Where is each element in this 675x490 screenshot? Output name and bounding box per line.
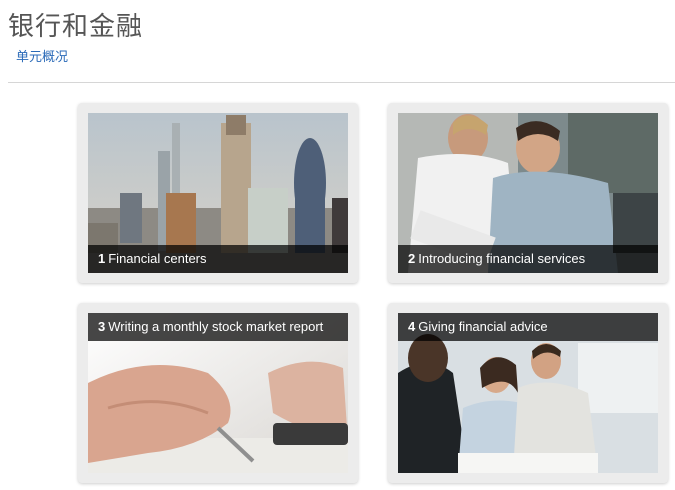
unit-overview-link[interactable]: 单元概况 <box>16 46 68 65</box>
unit-caption: 1 Financial centers <box>88 245 348 273</box>
unit-title: Giving financial advice <box>418 319 548 334</box>
unit-card-4[interactable]: 4 Giving financial advice <box>388 303 668 483</box>
unit-number: 3 <box>98 319 106 334</box>
unit-number: 1 <box>98 251 106 266</box>
unit-title: Introducing financial services <box>418 251 586 266</box>
unit-card-2[interactable]: 2 Introducing financial services <box>388 103 668 283</box>
unit-caption: 2 Introducing financial services <box>398 245 658 273</box>
unit-card-1[interactable]: 1 Financial centers <box>78 103 358 283</box>
unit-card-3[interactable]: 3 Writing a monthly stock market report <box>78 303 358 483</box>
divider <box>8 82 675 83</box>
unit-number: 2 <box>408 251 416 266</box>
page-title: 银行和金融 <box>8 12 144 42</box>
unit-number: 4 <box>408 319 416 334</box>
unit-title: Financial centers <box>108 251 207 266</box>
unit-caption: 3 Writing a monthly stock market report <box>88 313 348 341</box>
unit-caption: 4 Giving financial advice <box>398 313 658 341</box>
unit-title: Writing a monthly stock market report <box>108 319 324 334</box>
